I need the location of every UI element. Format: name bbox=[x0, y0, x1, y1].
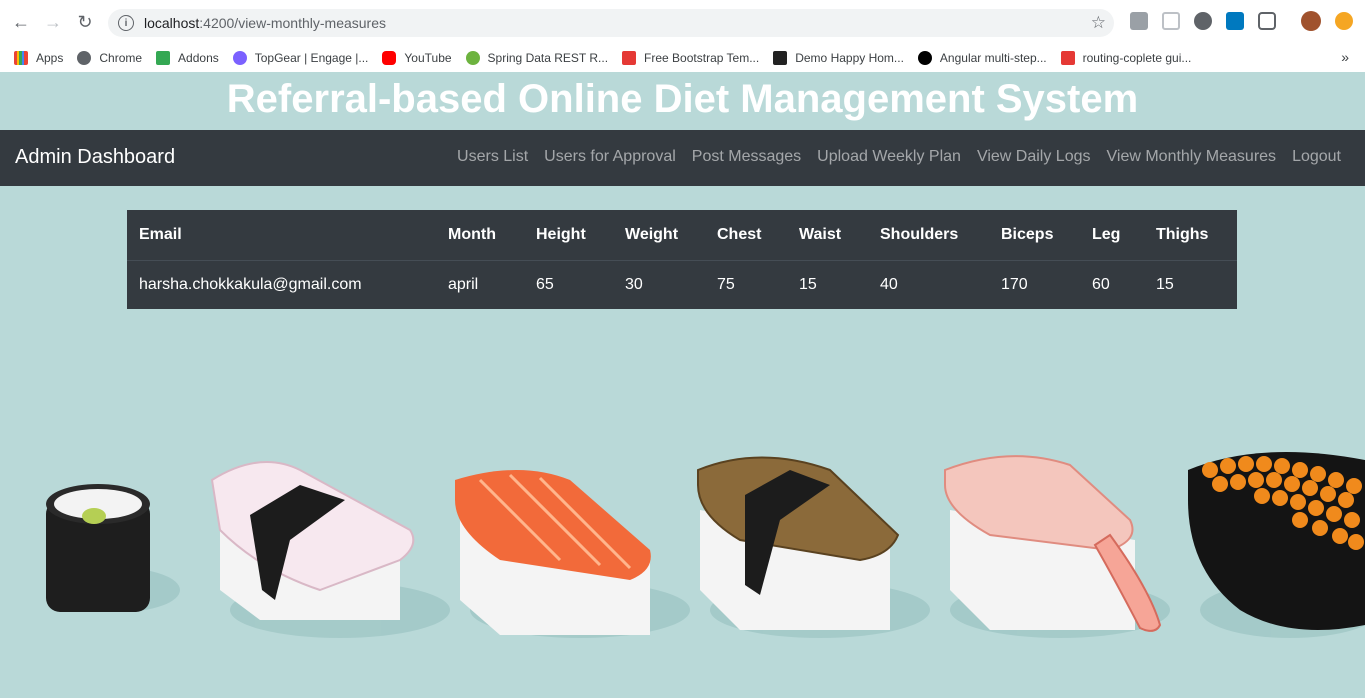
header-thighs: Thighs bbox=[1144, 210, 1237, 261]
navbar: Admin Dashboard Users List Users for App… bbox=[0, 130, 1365, 186]
cell-waist: 15 bbox=[799, 275, 817, 293]
header-waist: Waist bbox=[787, 210, 868, 261]
apps-grid-icon bbox=[14, 51, 28, 65]
nav-upload-weekly-plan[interactable]: Upload Weekly Plan bbox=[817, 148, 961, 166]
navbar-brand[interactable]: Admin Dashboard bbox=[15, 146, 175, 169]
nav-logout[interactable]: Logout bbox=[1292, 148, 1341, 166]
bookmark-spring[interactable]: Spring Data REST R... bbox=[465, 51, 608, 65]
white-fish-nigiri bbox=[210, 461, 415, 620]
url-text[interactable]: localhost:4200/view-monthly-measures bbox=[144, 15, 386, 31]
forward-icon[interactable]: → bbox=[42, 11, 64, 33]
eel-nigiri bbox=[697, 456, 900, 630]
cell-chest: 75 bbox=[717, 275, 735, 293]
header-chest: Chest bbox=[705, 210, 787, 261]
nav-view-monthly-measures[interactable]: View Monthly Measures bbox=[1107, 148, 1277, 166]
bookmark-topgear[interactable]: TopGear | Engage |... bbox=[232, 51, 368, 65]
header-weight: Weight bbox=[613, 210, 705, 261]
cell-month: april bbox=[448, 275, 479, 293]
github-icon bbox=[917, 51, 932, 65]
spring-icon bbox=[465, 51, 480, 65]
header-email: Email bbox=[127, 210, 436, 261]
extension-circle-icon[interactable] bbox=[1194, 12, 1212, 30]
cell-leg: 60 bbox=[1092, 275, 1110, 293]
profile-avatar-icon[interactable] bbox=[1301, 11, 1321, 31]
bookmark-addons[interactable]: Addons bbox=[156, 51, 219, 65]
nav-post-messages[interactable]: Post Messages bbox=[692, 148, 801, 166]
cell-email: harsha.chokkakula@gmail.com bbox=[139, 275, 362, 293]
nav-users-list[interactable]: Users List bbox=[457, 148, 528, 166]
cell-height: 65 bbox=[536, 275, 554, 293]
table-header-row: Email Month Height Weight Chest Waist Sh… bbox=[127, 210, 1237, 261]
monthly-measures-table: Email Month Height Weight Chest Waist Sh… bbox=[127, 210, 1237, 309]
nav-users-for-approval[interactable]: Users for Approval bbox=[544, 148, 676, 166]
back-icon[interactable]: ← bbox=[10, 11, 32, 33]
cell-biceps: 170 bbox=[1001, 275, 1028, 293]
nav-links: Users List Users for Approval Post Messa… bbox=[441, 148, 1341, 166]
header-height: Height bbox=[524, 210, 613, 261]
puzzle-icon bbox=[156, 51, 171, 65]
browser-toolbar: ← → ↻ i localhost:4200/view-monthly-meas… bbox=[0, 0, 1365, 44]
cell-thighs: 15 bbox=[1156, 275, 1174, 293]
bookmark-demo[interactable]: Demo Happy Hom... bbox=[773, 51, 904, 65]
info-icon[interactable]: i bbox=[118, 15, 134, 31]
reload-icon[interactable]: ↻ bbox=[74, 11, 96, 33]
routing-icon bbox=[1060, 51, 1075, 65]
bookmark-bootstrap[interactable]: Free Bootstrap Tem... bbox=[622, 51, 759, 65]
page-title: Referral-based Online Diet Management Sy… bbox=[226, 77, 1139, 121]
bookmark-routing[interactable]: routing-coplete gui... bbox=[1060, 51, 1191, 65]
header-biceps: Biceps bbox=[989, 210, 1080, 261]
address-bar[interactable]: i localhost:4200/view-monthly-measures ☆ bbox=[108, 9, 1114, 37]
extension-frame-icon[interactable] bbox=[1162, 12, 1180, 30]
extension-trello-icon[interactable] bbox=[1226, 12, 1244, 30]
nav-view-daily-logs[interactable]: View Daily Logs bbox=[977, 148, 1091, 166]
cell-weight: 30 bbox=[625, 275, 643, 293]
salmon-nigiri bbox=[455, 470, 651, 635]
extension-cube-icon[interactable] bbox=[1130, 12, 1148, 30]
sushi-illustration bbox=[46, 452, 1365, 638]
extension-update-icon[interactable] bbox=[1335, 12, 1353, 30]
bookmark-star-icon[interactable]: ☆ bbox=[1091, 13, 1106, 33]
bookmarks-more-icon[interactable]: » bbox=[1341, 49, 1349, 65]
table-row: harsha.chokkakula@gmail.com april 65 30 … bbox=[127, 260, 1237, 309]
extension-c-icon[interactable] bbox=[1258, 12, 1276, 30]
cell-shoulders: 40 bbox=[880, 275, 898, 293]
header-shoulders: Shoulders bbox=[868, 210, 989, 261]
youtube-icon bbox=[382, 51, 397, 65]
bookmark-angular[interactable]: Angular multi-step... bbox=[917, 51, 1047, 65]
header-month: Month bbox=[436, 210, 524, 261]
bookmark-youtube[interactable]: YouTube bbox=[382, 51, 452, 65]
bookmark-apps[interactable]: Apps bbox=[14, 51, 63, 65]
bookmarks-bar: Apps Chrome Addons TopGear | Engage |...… bbox=[0, 44, 1365, 72]
globe-icon bbox=[77, 51, 92, 65]
topgear-icon bbox=[232, 51, 247, 65]
shrimp-nigiri bbox=[944, 455, 1162, 632]
w3-icon bbox=[773, 51, 788, 65]
header-leg: Leg bbox=[1080, 210, 1144, 261]
bookmark-chrome[interactable]: Chrome bbox=[77, 51, 142, 65]
maki-roll bbox=[46, 484, 150, 612]
bootstrap-s-icon bbox=[622, 51, 637, 65]
